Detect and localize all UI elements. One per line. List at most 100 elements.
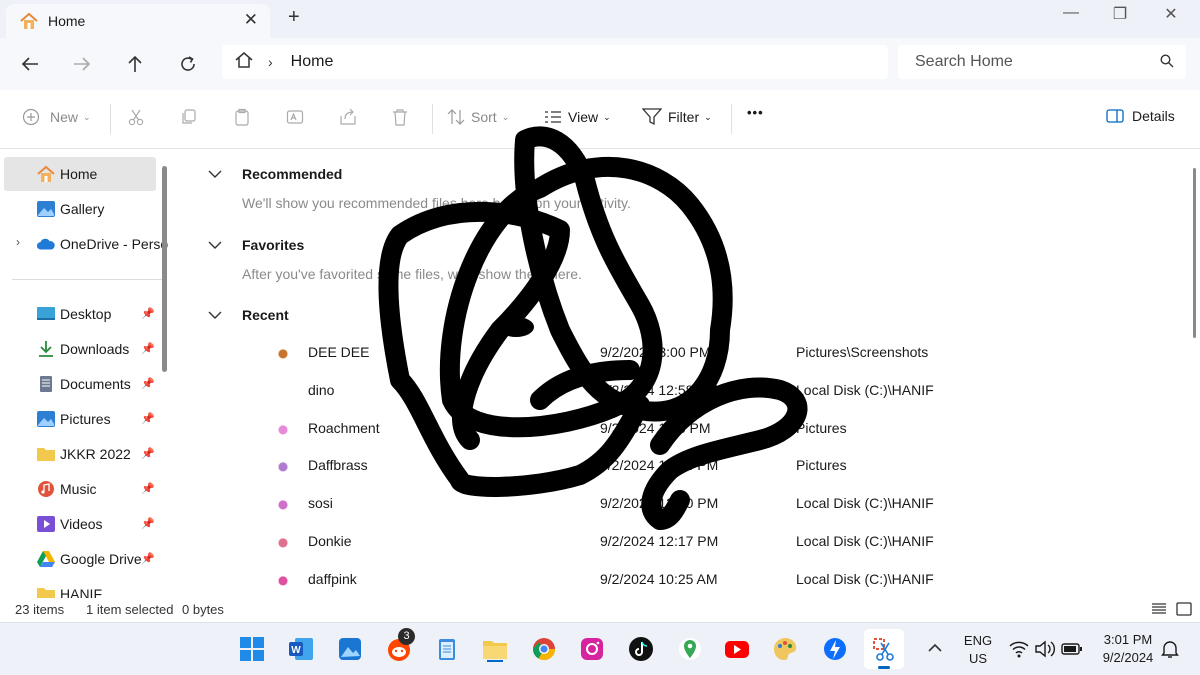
paint-icon[interactable] [771,635,799,663]
pin-icon[interactable]: 📌 [141,342,155,355]
section-recommended[interactable]: Recommended [208,166,342,182]
copy-button[interactable] [180,108,198,126]
minimize-button[interactable]: — [1057,4,1085,22]
pin-icon[interactable]: 📌 [141,307,155,320]
details-label: Details [1132,108,1175,124]
close-window-button[interactable]: ✕ [1157,4,1185,24]
sidebar-item-downloads[interactable]: Downloads 📌 [4,332,156,366]
cut-button[interactable] [127,108,145,126]
photos-icon[interactable] [336,635,364,663]
new-button[interactable]: New ⌄ [22,108,91,126]
table-row[interactable]: sosi 9/2/2024 12:30 PM Local Disk (C:)\HAN… [266,486,1146,522]
home-icon[interactable] [234,51,254,74]
pin-icon[interactable]: 📌 [141,412,155,425]
pin-icon[interactable]: 📌 [141,552,155,565]
snipping-tool-button[interactable] [864,629,904,669]
pin-icon[interactable]: 📌 [141,482,155,495]
clock[interactable]: 3:01 PM 9/2/2024 [1092,632,1164,665]
tab-close-button[interactable]: ✕ [244,10,258,30]
back-button[interactable] [16,50,44,78]
view-button[interactable]: View ⌄ [544,108,611,126]
google-maps-icon[interactable] [676,635,704,663]
refresh-button[interactable] [174,50,202,78]
sidebar-divider [12,279,162,280]
tiktok-icon[interactable] [627,635,655,663]
language-indicator[interactable]: ENG US [958,633,998,666]
section-favorites[interactable]: Favorites [208,237,304,253]
chevron-down-icon[interactable] [208,237,226,253]
toolbar-divider [110,104,111,134]
up-button[interactable] [121,50,149,78]
sidebar-item-desktop[interactable]: Desktop 📌 [4,297,156,331]
taskbar: W 3 ENG US 3:01 PM 9/2/2024 [0,622,1200,675]
paste-button[interactable] [233,108,251,126]
notepad-icon[interactable] [433,635,461,663]
table-row[interactable]: DEE DEE 9/2/2024 3:00 PM Pictures\Screensh… [266,335,1146,371]
sidebar-item-hanif[interactable]: HANIF [4,577,156,598]
chrome-icon[interactable] [530,635,558,663]
delete-button[interactable] [391,108,409,126]
volume-icon[interactable] [1034,639,1056,659]
file-explorer-icon[interactable] [481,635,509,663]
sort-button[interactable]: Sort ⌄ [447,108,509,126]
table-row[interactable]: dino 9/2/2024 12:58 PM Local Disk (C:)\HAN… [266,373,1146,409]
sidebar-item-onedrive[interactable]: › OneDrive - Perso [4,227,168,261]
file-date-modified: 9/2/2024 3:00 PM [600,344,711,360]
rename-button[interactable] [286,108,304,126]
address-bar[interactable]: › Home [222,45,888,79]
file-location: Pictures [796,419,847,436]
folder-icon [37,588,55,598]
sidebar-item-gallery[interactable]: Gallery [4,192,156,226]
new-tab-button[interactable]: + [288,6,300,29]
tab-home[interactable]: Home ✕ [6,4,270,38]
word-icon[interactable]: W [287,635,315,663]
details-button[interactable]: Details [1106,108,1175,124]
breadcrumb-home[interactable]: Home [291,53,334,71]
sidebar-scrollbar[interactable] [162,166,167,372]
pin-icon[interactable]: 📌 [141,377,155,390]
sidebar-item-home[interactable]: Home [4,157,156,191]
expand-chevron-icon[interactable]: › [16,235,20,249]
title-bar: Home ✕ + — ❐ ✕ [0,0,1200,38]
table-row[interactable]: Donkie 9/2/2024 12:17 PM Local Disk (C:)\H… [266,524,1146,560]
more-options-button[interactable]: ••• [747,105,764,120]
youtube-icon[interactable] [723,635,751,663]
windows-start-icon[interactable] [238,635,266,663]
table-row[interactable]: daffpink 9/2/2024 10:25 AM Local Disk (C:)… [266,562,1146,598]
restore-button[interactable]: ❐ [1106,4,1134,24]
notification-bell-icon[interactable] [1160,639,1180,659]
section-recent[interactable]: Recent [208,307,289,323]
chevron-up-icon[interactable] [924,637,946,659]
sidebar-item-label: Downloads [60,341,130,357]
breadcrumb-chevron-icon[interactable]: › [268,54,273,70]
pin-icon[interactable]: 📌 [141,447,155,460]
reddit-icon[interactable]: 3 [385,628,415,663]
details-view-icon[interactable] [1151,602,1167,616]
filter-button[interactable]: Filter ⌄ [642,108,712,126]
sidebar-item-documents[interactable]: Documents 📌 [4,367,156,401]
sidebar-item-pictures[interactable]: Pictures 📌 [4,402,156,436]
table-row[interactable]: Daffbrass 9/2/2024 12:44 PM Pictures [266,448,1146,484]
table-row[interactable]: Roachment 9/2/2024 1:16 PM Pictures [266,411,1146,447]
sidebar-item-google-drive[interactable]: Google Drive 📌 [4,542,156,576]
content-scrollbar[interactable] [1193,168,1196,338]
chevron-down-icon[interactable] [208,307,226,323]
wifi-icon[interactable] [1008,639,1030,659]
sidebar-item-jkkr-2022[interactable]: JKKR 2022 📌 [4,437,156,471]
pin-icon[interactable]: 📌 [141,517,155,530]
sidebar-item-videos[interactable]: Videos 📌 [4,507,156,541]
search-icon[interactable] [1160,54,1174,73]
forward-button[interactable] [68,50,96,78]
sidebar-item-music[interactable]: Music 📌 [4,472,156,506]
battery-icon[interactable] [1061,639,1083,659]
power-automate-icon[interactable] [821,635,849,663]
tiles-view-icon[interactable] [1176,602,1192,616]
new-label: New [50,109,79,125]
share-button[interactable] [339,108,357,126]
search-input[interactable] [913,52,1147,72]
navigation-bar: › Home [0,38,1200,90]
chevron-down-icon[interactable] [208,166,226,182]
music-icon [38,481,54,497]
instagram-icon[interactable] [578,635,606,663]
search-box[interactable] [898,45,1186,79]
